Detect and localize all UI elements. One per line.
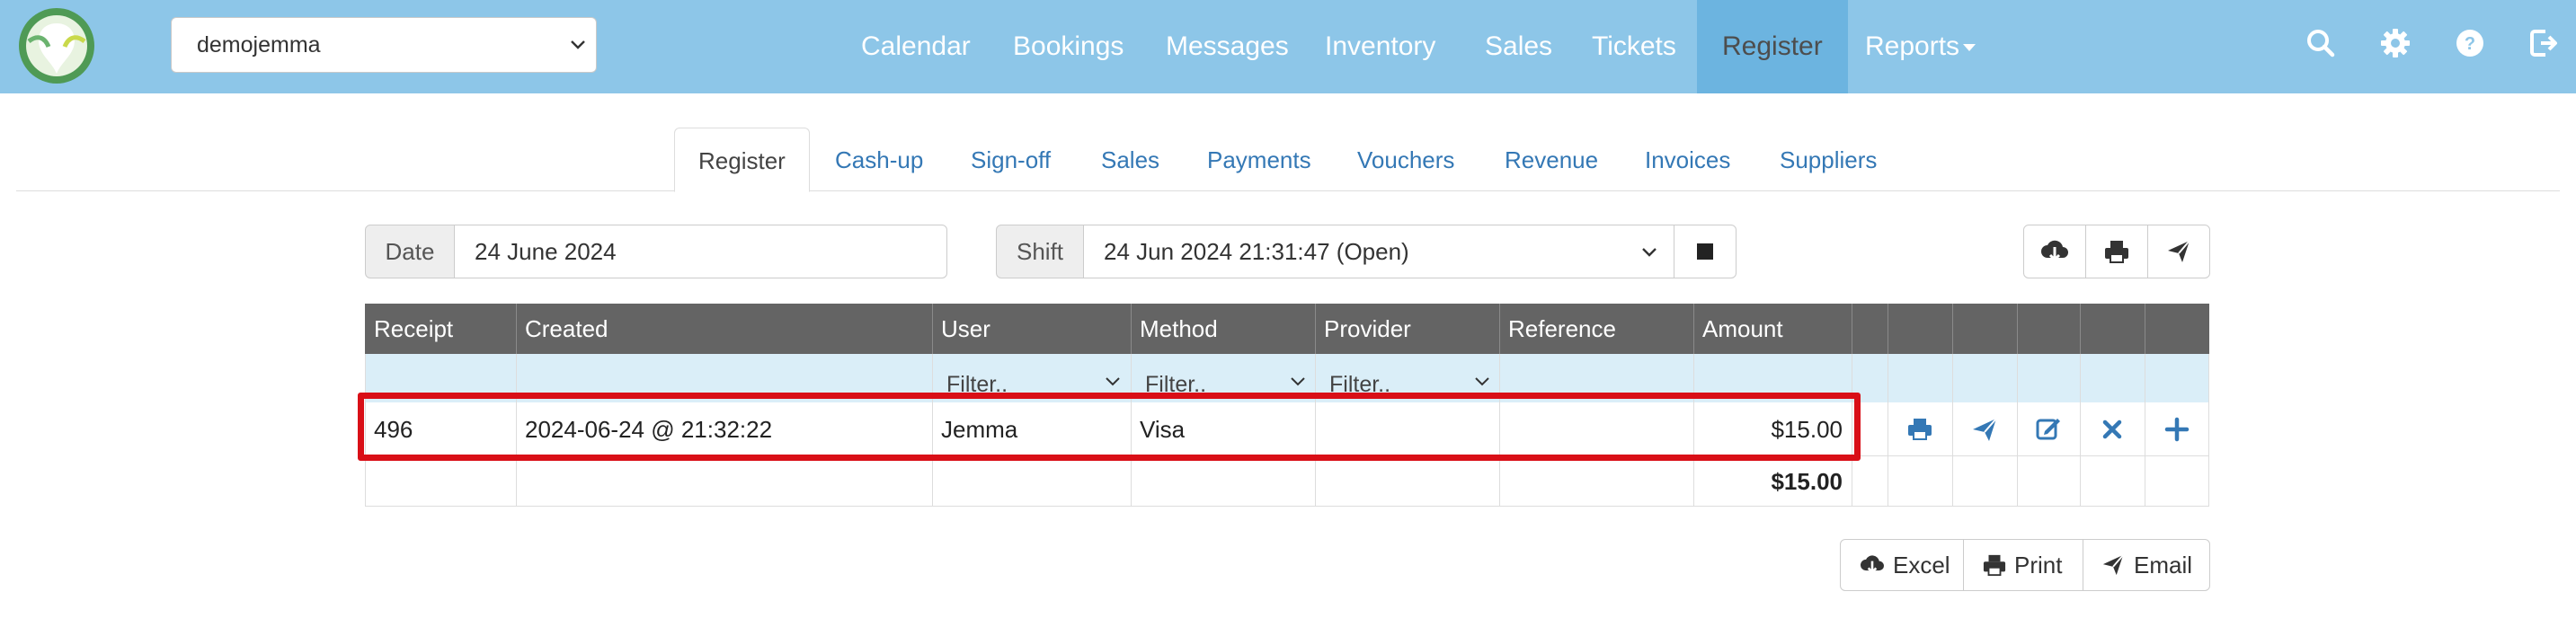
total-amount: $15.00 bbox=[1771, 468, 1843, 495]
search-icon[interactable] bbox=[2305, 27, 2337, 59]
export-email-button[interactable]: Email bbox=[2083, 539, 2210, 591]
row-add-icon[interactable] bbox=[2161, 413, 2193, 446]
export-excel-button[interactable]: Excel bbox=[1840, 539, 1964, 591]
stop-icon bbox=[1697, 243, 1713, 260]
shift-select-value: 24 Jun 2024 21:31:47 (Open) bbox=[1104, 238, 1409, 265]
tab-cash-up[interactable]: Cash-up bbox=[835, 128, 923, 190]
app-logo[interactable] bbox=[18, 7, 95, 84]
export-print-button[interactable]: Print bbox=[1963, 539, 2083, 591]
row-edit-icon[interactable] bbox=[2032, 413, 2065, 446]
col-receipt[interactable]: Receipt bbox=[365, 304, 516, 354]
selection-highlight bbox=[358, 393, 1861, 461]
date-label: Date bbox=[365, 225, 455, 278]
cloud-download-icon bbox=[2041, 240, 2068, 262]
account-select-value: demojemma bbox=[197, 32, 321, 57]
chevron-down-icon bbox=[1475, 377, 1489, 386]
top-navbar: demojemma Calendar Bookings Messages Inv… bbox=[0, 0, 2576, 93]
nav-inventory[interactable]: Inventory bbox=[1325, 0, 1435, 93]
table-header: Receipt Created User Method Provider Ref… bbox=[365, 304, 2209, 354]
cloud-download-icon bbox=[1861, 555, 1884, 574]
tab-register[interactable]: Register bbox=[674, 128, 810, 192]
download-button[interactable] bbox=[2023, 225, 2086, 278]
tab-revenue[interactable]: Revenue bbox=[1505, 128, 1598, 190]
stop-shift-button[interactable] bbox=[1674, 225, 1737, 278]
tab-vouchers[interactable]: Vouchers bbox=[1357, 128, 1454, 190]
shift-select[interactable]: 24 Jun 2024 21:31:47 (Open) bbox=[1083, 225, 1674, 278]
shift-label: Shift bbox=[996, 225, 1084, 278]
tab-suppliers[interactable]: Suppliers bbox=[1780, 128, 1877, 190]
tab-payments[interactable]: Payments bbox=[1207, 128, 1311, 190]
send-icon bbox=[2168, 240, 2190, 262]
caret-down-icon bbox=[1963, 44, 1976, 52]
print-icon bbox=[1983, 554, 2006, 577]
row-send-icon[interactable] bbox=[1968, 413, 2001, 446]
chevron-down-icon bbox=[1106, 377, 1120, 386]
help-icon[interactable]: ? bbox=[2454, 27, 2486, 59]
email-button[interactable] bbox=[2147, 225, 2210, 278]
chevron-down-icon bbox=[1291, 377, 1305, 386]
nav-sales[interactable]: Sales bbox=[1485, 0, 1552, 93]
total-row: $15.00 bbox=[365, 456, 2209, 507]
nav-register[interactable]: Register bbox=[1697, 0, 1848, 93]
print-icon bbox=[2105, 241, 2128, 263]
row-delete-icon[interactable] bbox=[2096, 413, 2128, 446]
nav-messages[interactable]: Messages bbox=[1166, 0, 1289, 93]
col-amount[interactable]: Amount bbox=[1693, 304, 1852, 354]
nav-tickets[interactable]: Tickets bbox=[1592, 0, 1676, 93]
tab-sales[interactable]: Sales bbox=[1101, 128, 1159, 190]
col-provider[interactable]: Provider bbox=[1315, 304, 1499, 354]
logout-icon[interactable] bbox=[2527, 27, 2560, 59]
row-print-icon[interactable] bbox=[1904, 413, 1936, 446]
chevron-down-icon bbox=[571, 40, 585, 49]
tabs-divider bbox=[16, 190, 2560, 191]
export-print-label: Print bbox=[2014, 552, 2063, 578]
tab-invoices[interactable]: Invoices bbox=[1645, 128, 1730, 190]
tab-sign-off[interactable]: Sign-off bbox=[971, 128, 1051, 190]
col-created[interactable]: Created bbox=[516, 304, 932, 354]
date-field[interactable]: 24 June 2024 bbox=[454, 225, 947, 278]
nav-calendar[interactable]: Calendar bbox=[861, 0, 971, 93]
gear-icon[interactable] bbox=[2379, 27, 2412, 59]
nav-reports-label: Reports bbox=[1865, 31, 1960, 61]
col-method[interactable]: Method bbox=[1131, 304, 1315, 354]
send-icon bbox=[2102, 554, 2124, 576]
col-reference[interactable]: Reference bbox=[1499, 304, 1693, 354]
nav-reports-dropdown[interactable]: Reports bbox=[1865, 0, 1976, 93]
svg-text:?: ? bbox=[2465, 34, 2475, 54]
col-user[interactable]: User bbox=[932, 304, 1131, 354]
nav-bookings[interactable]: Bookings bbox=[1013, 0, 1124, 93]
account-select[interactable]: demojemma bbox=[171, 17, 597, 73]
chevron-down-icon bbox=[1642, 248, 1657, 257]
export-email-label: Email bbox=[2134, 552, 2193, 578]
export-excel-label: Excel bbox=[1893, 552, 1950, 578]
print-button[interactable] bbox=[2085, 225, 2148, 278]
